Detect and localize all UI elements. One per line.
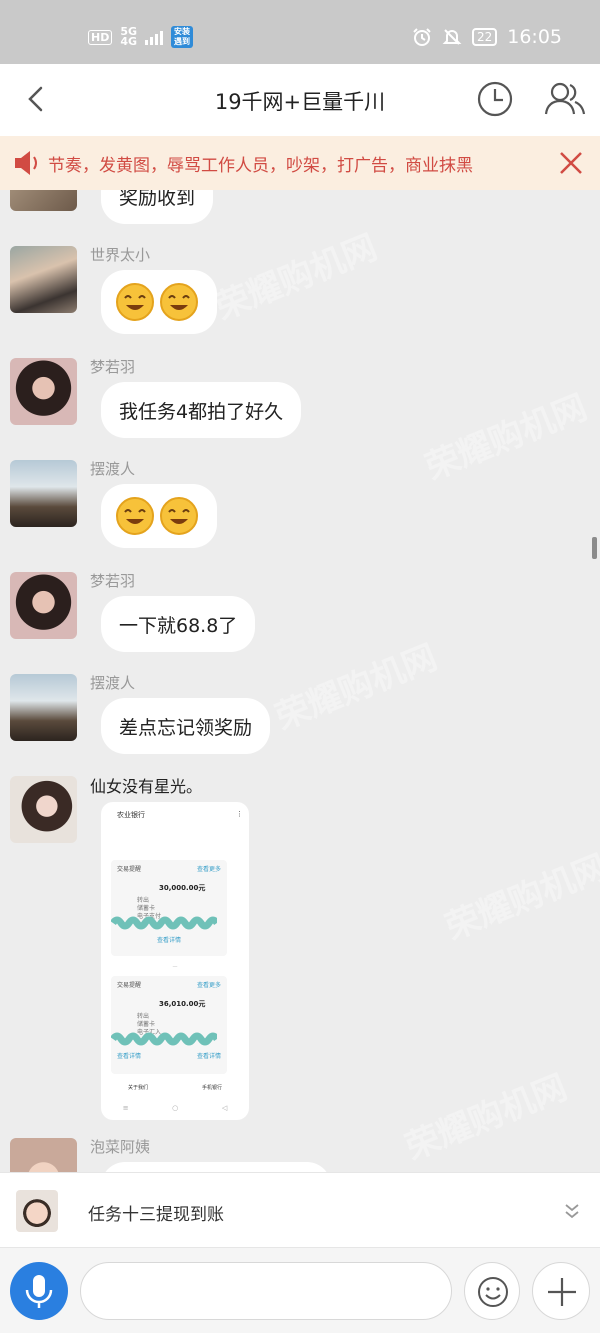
sender-name: 泡菜阿姨 bbox=[90, 1138, 151, 1156]
smiley-icon bbox=[478, 1277, 508, 1307]
status-right: 22 16:05 bbox=[412, 26, 562, 48]
card-amount: 30,000.00元 bbox=[159, 884, 206, 892]
status-left: HD 5G 4G 安装 遇到 bbox=[88, 26, 194, 48]
message-bubble[interactable] bbox=[101, 484, 217, 548]
pinned-text: 任务十三提现到账 bbox=[88, 1205, 224, 1225]
alarm-clock-icon bbox=[413, 28, 431, 46]
network-type: 5G 4G bbox=[120, 26, 138, 48]
microphone-icon bbox=[25, 1275, 53, 1308]
group-notice-banner[interactable]: 节奏，发黄图，辱骂工作人员，吵架，打广告，商业抹黑 bbox=[0, 136, 600, 190]
screenshot-card: 交易提醒 查看更多 30,000.00元 转出 储蓄卡 电子支付 查看详情 bbox=[111, 860, 227, 956]
card-row: 储蓄卡 bbox=[137, 1021, 156, 1028]
avatar[interactable] bbox=[10, 460, 77, 527]
smile-emoji-icon bbox=[160, 497, 198, 535]
more-icon: ⋮ bbox=[236, 810, 243, 818]
screenshot-topbar: 农业银行 ⋮ bbox=[101, 802, 249, 832]
screenshot-bank: 农业银行 bbox=[117, 811, 145, 819]
card-link: 查看更多 bbox=[196, 982, 221, 989]
signal-icon bbox=[145, 29, 164, 45]
screenshot-tab: 手机银行 bbox=[201, 1085, 222, 1091]
avatar[interactable] bbox=[10, 674, 77, 741]
screenshot-separator: — bbox=[172, 964, 178, 970]
sender-name: 梦若羽 bbox=[90, 572, 136, 590]
message-bubble[interactable]: 奖励收到 bbox=[101, 190, 214, 224]
redaction-scribble bbox=[111, 916, 217, 930]
redaction-scribble bbox=[111, 1032, 217, 1046]
watermark: 荣耀购机网 bbox=[270, 637, 443, 739]
home-icon: ○ bbox=[172, 1104, 179, 1112]
double-chevron-down-icon[interactable] bbox=[562, 1201, 582, 1221]
smile-emoji-icon bbox=[116, 283, 154, 321]
message-text: 我任务4都拍了好久 bbox=[119, 400, 284, 423]
speaker-icon bbox=[15, 151, 37, 175]
smile-emoji-icon bbox=[116, 497, 154, 535]
card-footer: 查看详情 bbox=[156, 937, 181, 944]
screenshot-bottombar: 关于我们 手机银行 bbox=[101, 1084, 249, 1091]
battery-icon: 22 bbox=[471, 28, 498, 46]
card-row: 转出 bbox=[137, 897, 150, 904]
card-title: 交易提醒 bbox=[117, 866, 142, 873]
sender-name: 梦若羽 bbox=[90, 358, 136, 376]
message-text: 奖励收到 bbox=[119, 190, 196, 209]
card-link: 查看更多 bbox=[196, 866, 221, 873]
voice-button[interactable] bbox=[10, 1262, 68, 1320]
watermark: 荣耀购机网 bbox=[400, 1067, 573, 1169]
message-text: 一下就68.8了 bbox=[119, 614, 238, 637]
network-bottom: 4G bbox=[120, 35, 138, 48]
message-bubble[interactable] bbox=[101, 270, 217, 334]
more-actions-button[interactable] bbox=[532, 1262, 590, 1320]
message-bubble[interactable]: 我任务4都拍了好久 bbox=[101, 382, 302, 438]
emoji-button[interactable] bbox=[464, 1262, 520, 1320]
status-bar: HD 5G 4G 安装 遇到 22 16:05 bbox=[0, 0, 600, 64]
screenshot-navbar: ≡ ○ ◁ bbox=[101, 1104, 249, 1112]
card-footer: 查看详情 bbox=[196, 1053, 221, 1060]
watermark: 荣耀购机网 bbox=[440, 847, 600, 949]
avatar[interactable] bbox=[10, 776, 77, 843]
message-bubble[interactable] bbox=[101, 1162, 331, 1172]
message-input[interactable] bbox=[80, 1262, 452, 1320]
bell-off-icon bbox=[442, 29, 462, 45]
message-text: 差点忘记领奖励 bbox=[119, 716, 253, 739]
sender-name: 摆渡人 bbox=[90, 460, 136, 478]
card-title: 交易提醒 bbox=[117, 982, 142, 989]
group-members-icon[interactable] bbox=[544, 80, 586, 118]
avatar[interactable] bbox=[10, 190, 77, 211]
card-footer: 查看详情 bbox=[117, 1053, 142, 1060]
hd-indicator: HD bbox=[88, 29, 113, 45]
avatar[interactable] bbox=[10, 246, 77, 313]
message-bubble[interactable]: 差点忘记领奖励 bbox=[101, 698, 271, 754]
pinned-message-bar[interactable]: 任务十三提现到账 bbox=[0, 1172, 600, 1248]
screenshot-card: 交易提醒 查看更多 36,010.00元 转出 储蓄卡 电子汇入 查看详情 查看详情 bbox=[111, 976, 227, 1074]
scrollbar[interactable] bbox=[592, 537, 597, 559]
avatar bbox=[16, 1190, 58, 1232]
sender-name: 仙女没有星光。 bbox=[90, 777, 203, 796]
card-row: 转出 bbox=[137, 1013, 150, 1020]
avatar[interactable] bbox=[10, 572, 77, 639]
screenshot-tab: 关于我们 bbox=[127, 1085, 148, 1091]
image-message[interactable]: 农业银行 ⋮ 交易提醒 查看更多 30,000.00元 转出 储蓄卡 电子支付 查… bbox=[101, 802, 249, 1120]
watermark: 荣耀购机网 bbox=[420, 387, 593, 489]
back-icon: ◁ bbox=[221, 1104, 228, 1112]
clock-icon[interactable] bbox=[476, 80, 514, 118]
smile-emoji-icon bbox=[160, 283, 198, 321]
sender-name: 摆渡人 bbox=[90, 674, 136, 692]
app-notification-icon: 安装 遇到 bbox=[171, 26, 194, 48]
plus-icon bbox=[548, 1278, 576, 1306]
message-bubble[interactable]: 一下就68.8了 bbox=[101, 596, 256, 652]
avatar[interactable] bbox=[10, 358, 77, 425]
sender-name: 世界太小 bbox=[90, 246, 151, 264]
input-bar bbox=[0, 1248, 600, 1333]
card-row: 储蓄卡 bbox=[137, 905, 156, 912]
avatar[interactable] bbox=[10, 1138, 77, 1172]
chat-header: 19千网+巨量千川 bbox=[0, 64, 600, 136]
menu-icon: ≡ bbox=[122, 1104, 129, 1112]
notice-text: 节奏，发黄图，辱骂工作人员，吵架，打广告，商业抹黑 bbox=[48, 156, 473, 176]
card-amount: 36,010.00元 bbox=[159, 1000, 206, 1008]
status-time: 16:05 bbox=[507, 26, 562, 48]
message-list[interactable]: 荣耀购机网 荣耀购机网 荣耀购机网 荣耀购机网 荣耀购机网 奖励收到 世界太小 … bbox=[0, 190, 600, 1172]
close-icon[interactable] bbox=[558, 150, 584, 176]
watermark: 荣耀购机网 bbox=[210, 227, 383, 329]
